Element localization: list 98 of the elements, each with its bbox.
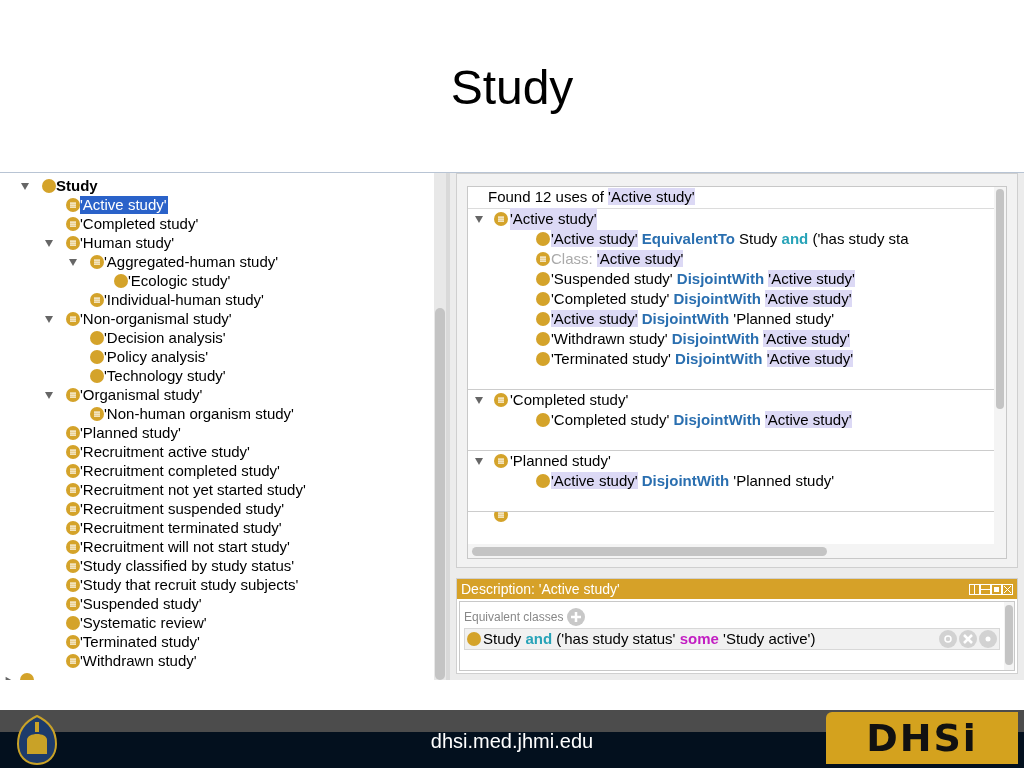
tree-item[interactable]: 'Aggregated-human study'	[104, 252, 279, 271]
usage-axiom: 'Active study' DisjointWith 'Planned study'	[551, 470, 835, 491]
class-icon	[536, 332, 550, 346]
logo: DHSi	[826, 712, 1018, 764]
tree-item[interactable]: 'Non-organismal study'	[80, 309, 232, 328]
collapse-triangle-icon[interactable]	[68, 256, 78, 267]
defined-class-icon	[66, 520, 80, 535]
defined-class-icon	[66, 197, 80, 212]
tree-item[interactable]: 'Decision analysis'	[104, 328, 226, 347]
collapse-triangle-icon[interactable]	[474, 214, 484, 224]
tree-item[interactable]: 'Recruitment will not start study'	[80, 537, 290, 556]
tree-item[interactable]: 'Systematic review'	[80, 613, 207, 632]
defined-class-icon	[66, 634, 80, 649]
tree-item[interactable]: 'Non-human organism study'	[104, 404, 294, 423]
class-icon	[536, 474, 550, 488]
class-icon	[90, 349, 104, 364]
class-icon	[536, 413, 550, 427]
tree-item[interactable]: 'Active study'	[80, 195, 168, 214]
scrollbar-thumb[interactable]	[472, 546, 827, 556]
usage-axiom: 'Completed study' DisjointWith 'Active study'	[551, 409, 852, 430]
description-title: Description: 'Active study'	[461, 579, 620, 599]
defined-class-icon	[494, 212, 508, 226]
defined-class-icon	[66, 216, 80, 231]
collapse-triangle-icon[interactable]	[44, 389, 54, 400]
class-icon	[114, 273, 128, 288]
defined-class-icon	[66, 444, 80, 459]
footer-url: dhsi.med.jhmi.edu	[430, 729, 594, 754]
defined-class-icon	[90, 254, 104, 269]
class-icon	[536, 232, 550, 246]
collapse-triangle-icon[interactable]	[474, 395, 484, 405]
section-label: Equivalent classes	[464, 609, 564, 626]
tree-item[interactable]: Study	[56, 176, 98, 195]
class-icon	[467, 632, 481, 646]
tree-item[interactable]: 'Technology study'	[104, 366, 226, 385]
defined-class-icon	[66, 482, 80, 497]
defined-class-icon	[66, 539, 80, 554]
defined-class-icon	[90, 292, 104, 307]
class-icon	[536, 292, 550, 306]
tree-item[interactable]: 'Individual-human study'	[104, 290, 264, 309]
class-icon	[536, 352, 550, 366]
tree-item[interactable]: 'Study classified by study status'	[80, 556, 295, 575]
collapse-triangle-icon[interactable]	[20, 180, 30, 191]
defined-class-icon	[66, 235, 80, 250]
defined-class-icon	[66, 501, 80, 516]
defined-class-icon	[536, 252, 550, 266]
class-icon	[42, 178, 56, 193]
defined-class-icon	[66, 596, 80, 611]
class-expression: Study and ('has study status' some 'Study active')	[483, 628, 816, 649]
collapse-triangle-icon[interactable]	[44, 313, 54, 324]
tree-item[interactable]: 'Ecologic study'	[128, 271, 231, 290]
defined-class-icon	[90, 406, 104, 421]
usage-summary: Found 12 uses of 'Active study'	[488, 187, 695, 208]
scrollbar-thumb[interactable]	[1005, 605, 1013, 665]
class-icon	[536, 312, 550, 326]
tree-item[interactable]: 'Recruitment completed study'	[80, 461, 280, 480]
tree-item[interactable]: 'Planned study'	[80, 423, 181, 442]
crest-icon	[14, 714, 60, 766]
usage-group-title[interactable]: 'Completed study'	[510, 388, 629, 412]
usage-axiom: Class: 'Active study'	[551, 248, 684, 269]
scrollbar-thumb[interactable]	[996, 189, 1004, 409]
usage-axiom: 'Completed study' DisjointWith 'Active study'	[551, 288, 852, 309]
class-icon	[90, 330, 104, 345]
defined-class-icon	[66, 425, 80, 440]
defined-class-icon	[66, 311, 80, 326]
defined-class-icon	[66, 577, 80, 592]
tree-item[interactable]: 'Recruitment active study'	[80, 442, 250, 461]
tree-item[interactable]: 'Recruitment not yet started study'	[80, 480, 306, 499]
defined-class-icon	[66, 463, 80, 478]
tree-item[interactable]: 'Recruitment terminated study'	[80, 518, 282, 537]
tree-item[interactable]: 'Study that recruit study subjects'	[80, 575, 299, 594]
defined-class-icon	[66, 653, 80, 668]
collapse-triangle-icon[interactable]	[44, 237, 54, 248]
usage-axiom: 'Terminated study' DisjointWith 'Active study'	[551, 348, 854, 369]
tree-item[interactable]: 'Policy analysis'	[104, 347, 209, 366]
slide-title: Study	[450, 60, 574, 116]
usage-group-title[interactable]: 'Planned study'	[510, 449, 611, 473]
scrollbar-thumb[interactable]	[435, 308, 445, 680]
usage-axiom: 'Withdrawn study' DisjointWith 'Active study'	[551, 328, 850, 349]
usage-group-title[interactable]: 'Active study'	[510, 207, 597, 231]
usage-axiom: 'Suspended study' DisjointWith 'Active study'	[551, 268, 855, 289]
usage-axiom: 'Active study' EquivalentTo Study and ('has study sta	[551, 228, 909, 249]
class-icon	[66, 615, 80, 630]
tree-item[interactable]: 'Human study'	[80, 233, 175, 252]
class-icon	[90, 368, 104, 383]
tree-item[interactable]: 'Suspended study'	[80, 594, 202, 613]
tree-item[interactable]: 'Withdrawn study'	[80, 651, 197, 670]
class-icon	[536, 272, 550, 286]
collapse-triangle-icon[interactable]	[474, 456, 484, 466]
tree-item[interactable]: 'Completed study'	[80, 214, 199, 233]
defined-class-icon	[66, 387, 80, 402]
tree-item[interactable]: 'Recruitment suspended study'	[80, 499, 285, 518]
defined-class-icon	[494, 454, 508, 468]
defined-class-icon	[494, 393, 508, 407]
defined-class-icon	[494, 512, 508, 522]
tree-item[interactable]: 'Terminated study'	[80, 632, 200, 651]
usage-axiom: 'Active study' DisjointWith 'Planned study'	[551, 308, 835, 329]
tree-item[interactable]: 'Organismal study'	[80, 385, 203, 404]
defined-class-icon	[66, 558, 80, 573]
